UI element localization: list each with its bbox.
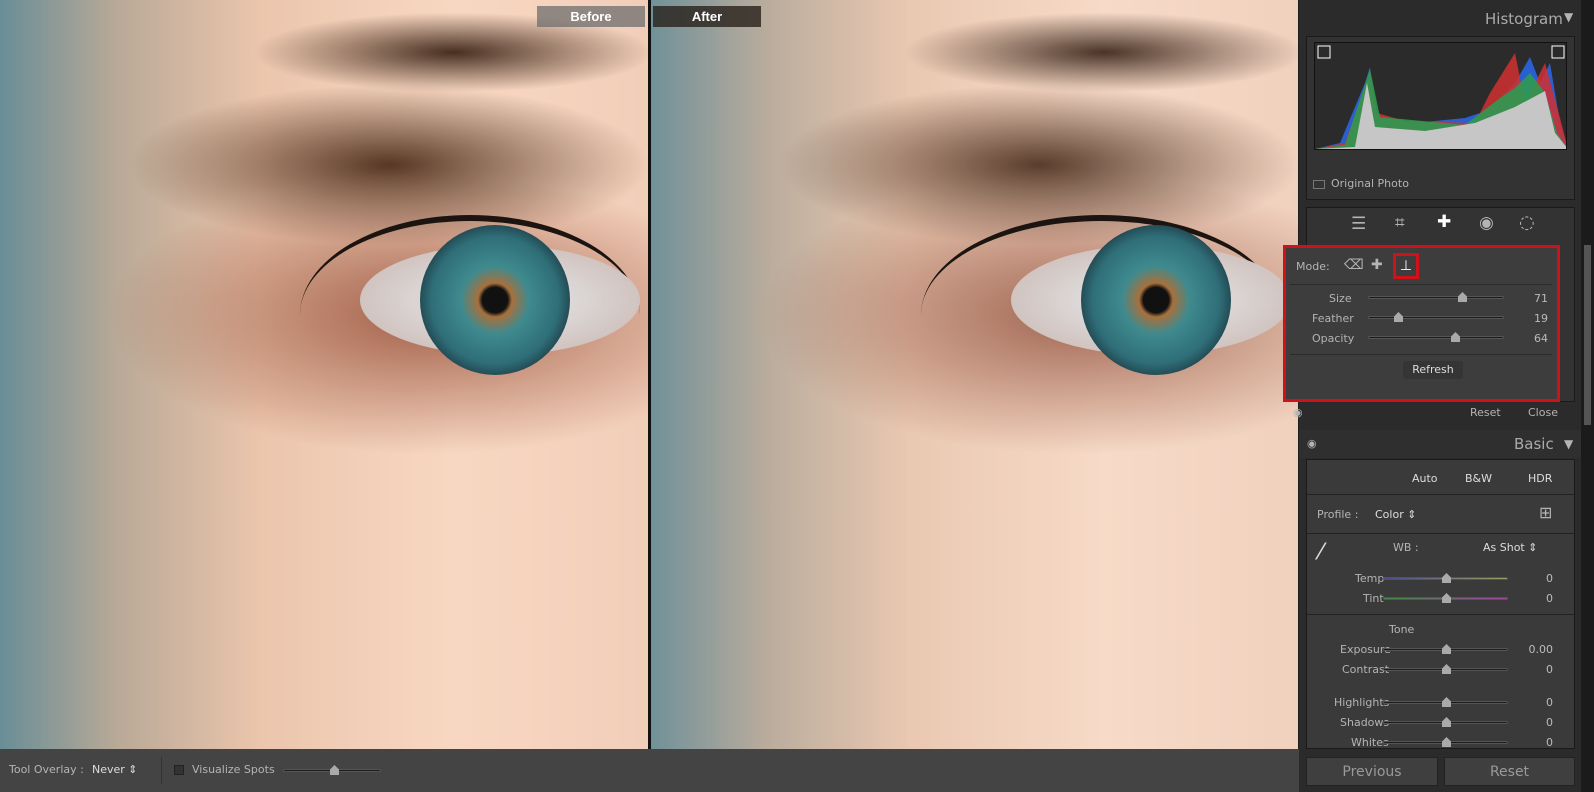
basic-eye-icon[interactable]: ◉ [1307, 437, 1317, 450]
temp-value[interactable]: 0 [1513, 572, 1553, 585]
basic-panel: Auto B&W HDR Profile : Color ⇕ ⊞ ⁄ WB : … [1306, 459, 1575, 749]
tint-label: Tint [1363, 592, 1384, 605]
shadow-clipping-toggle[interactable] [1317, 45, 1331, 59]
contrast-value[interactable]: 0 [1513, 663, 1553, 676]
healing-reset-button[interactable]: Reset [1470, 406, 1501, 419]
feather-value[interactable]: 19 [1508, 312, 1548, 325]
sliders-icon[interactable]: ☰ [1351, 214, 1366, 234]
healing-content: Mode: ⌫ ✚ ⊥ Size 71 Feather 19 Opacity 6… [1286, 248, 1557, 399]
divider [1307, 533, 1574, 534]
basic-title: Basic [1514, 435, 1554, 453]
temp-label: Temp [1355, 572, 1385, 585]
after-label: After [653, 6, 761, 27]
original-photo-checkbox[interactable] [1313, 180, 1325, 189]
highlights-value[interactable]: 0 [1513, 696, 1553, 709]
visualize-spots-slider[interactable] [283, 765, 381, 775]
highlights-label: Highlights [1334, 696, 1390, 709]
wb-value: As Shot [1483, 541, 1525, 554]
divider [1290, 284, 1552, 285]
refresh-button[interactable]: Refresh [1403, 361, 1463, 379]
panel-scrollbar[interactable] [1581, 0, 1594, 792]
crop-icon[interactable]: ⌗ [1395, 213, 1405, 233]
histogram-box: Original Photo [1306, 36, 1575, 200]
highlights-slider[interactable] [1383, 697, 1508, 707]
collapse-triangle-icon[interactable]: ▼ [1564, 437, 1573, 451]
divider [1290, 354, 1552, 355]
tool-overlay-label: Tool Overlay : [9, 763, 84, 776]
profile-label: Profile : [1317, 508, 1359, 521]
opacity-label: Opacity [1312, 332, 1355, 345]
tint-value[interactable]: 0 [1513, 592, 1553, 605]
size-value[interactable]: 71 [1508, 292, 1548, 305]
basic-header[interactable]: ◉ Basic ▼ [1299, 430, 1581, 458]
whites-value[interactable]: 0 [1513, 736, 1553, 749]
mode-label: Mode: [1296, 260, 1330, 273]
temp-slider[interactable] [1383, 573, 1508, 583]
original-photo-label: Original Photo [1331, 177, 1409, 190]
shadows-value[interactable]: 0 [1513, 716, 1553, 729]
tint-slider[interactable] [1383, 593, 1508, 603]
whites-slider[interactable] [1383, 737, 1508, 747]
contrast-label: Contrast [1342, 663, 1390, 676]
auto-button[interactable]: Auto [1412, 472, 1438, 485]
profile-select[interactable]: Color ⇕ [1375, 508, 1416, 521]
divider [1307, 494, 1574, 495]
tool-overlay-select[interactable]: Never ⇕ [92, 763, 138, 776]
mask-icon[interactable]: ◌ [1519, 212, 1535, 233]
profile-browser-grid-icon[interactable]: ⊞ [1539, 503, 1552, 522]
before-photo: Before [0, 0, 648, 749]
eyedropper-icon[interactable]: ⁄ [1319, 540, 1323, 565]
histogram-graph [1314, 42, 1567, 150]
wb-label: WB : [1393, 541, 1419, 554]
clone-icon[interactable]: ⊥ [1393, 253, 1419, 279]
reset-button[interactable]: Reset [1444, 757, 1575, 786]
profile-value: Color [1375, 508, 1404, 521]
healing-close-button[interactable]: Close [1528, 406, 1558, 419]
feather-label: Feather [1312, 312, 1354, 325]
bw-button[interactable]: B&W [1465, 472, 1492, 485]
opacity-slider[interactable] [1368, 332, 1504, 342]
bottom-toolbar: Tool Overlay : Never ⇕ Visualize Spots [0, 749, 1299, 792]
before-label: Before [537, 6, 645, 27]
exposure-value[interactable]: 0.00 [1513, 643, 1554, 656]
collapse-triangle-icon[interactable]: ▼ [1564, 10, 1573, 24]
develop-panel: Histogram ▼ Original Photo ☰ ⌗ ✚ ◉ ◌ Mod… [1283, 0, 1581, 792]
divider [1307, 614, 1574, 615]
previous-button[interactable]: Previous [1306, 757, 1438, 786]
size-label: Size [1329, 292, 1352, 305]
wb-select[interactable]: As Shot ⇕ [1483, 541, 1537, 554]
healing-icon[interactable]: ✚ [1437, 212, 1451, 232]
redeye-icon[interactable]: ◉ [1479, 213, 1494, 233]
heal-icon[interactable]: ✚ [1371, 257, 1383, 273]
after-photo: After [651, 0, 1298, 749]
visualize-spots-label: Visualize Spots [192, 763, 275, 776]
content-aware-remove-icon[interactable]: ⌫ [1344, 257, 1364, 273]
shadows-label: Shadows [1340, 716, 1390, 729]
feather-slider[interactable] [1368, 312, 1504, 322]
exposure-slider[interactable] [1383, 644, 1508, 654]
shadows-slider[interactable] [1383, 717, 1508, 727]
hdr-button[interactable]: HDR [1528, 472, 1552, 485]
histogram-title: Histogram [1485, 10, 1563, 28]
visualize-spots-checkbox[interactable] [174, 765, 184, 775]
divider [161, 757, 162, 784]
contrast-slider[interactable] [1383, 664, 1508, 674]
size-slider[interactable] [1368, 292, 1504, 302]
tool-overlay-value: Never [92, 763, 125, 776]
eye-toggle-icon[interactable]: ◉ [1293, 406, 1303, 419]
highlight-clipping-toggle[interactable] [1551, 45, 1565, 59]
tone-label: Tone [1389, 623, 1415, 636]
opacity-value[interactable]: 64 [1508, 332, 1548, 345]
